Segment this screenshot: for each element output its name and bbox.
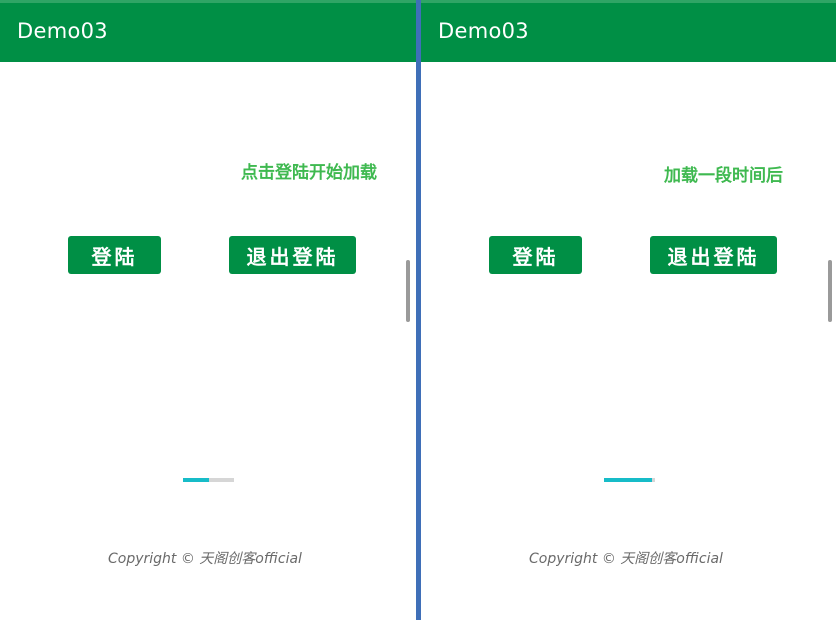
logout-button[interactable]: 退出登陆 [229, 236, 356, 274]
login-button[interactable]: 登陆 [489, 236, 582, 274]
progress-fill [183, 478, 209, 482]
annotation-text: 点击登陆开始加载 [241, 163, 377, 183]
progress-bar [183, 478, 234, 482]
app-bar: Demo03 [0, 0, 416, 62]
app-title: Demo03 [438, 19, 529, 43]
copyright-text: Copyright © 天阁创客official [108, 551, 302, 567]
annotation-text: 加载一段时间后 [664, 166, 783, 186]
login-button[interactable]: 登陆 [68, 236, 161, 274]
left-panel: Demo03 点击登陆开始加载 登陆 退出登陆 Copyright © 天阁创客… [0, 0, 416, 620]
progress-bar [604, 478, 655, 482]
copyright-text: Copyright © 天阁创客official [529, 551, 723, 567]
scrollbar[interactable] [406, 260, 410, 322]
logout-button[interactable]: 退出登陆 [650, 236, 777, 274]
progress-fill [604, 478, 652, 482]
scrollbar[interactable] [828, 260, 832, 322]
app-title: Demo03 [17, 19, 108, 43]
right-panel: Demo03 加载一段时间后 登陆 退出登陆 Copyright © 天阁创客o… [421, 0, 836, 620]
app-bar: Demo03 [421, 0, 836, 62]
